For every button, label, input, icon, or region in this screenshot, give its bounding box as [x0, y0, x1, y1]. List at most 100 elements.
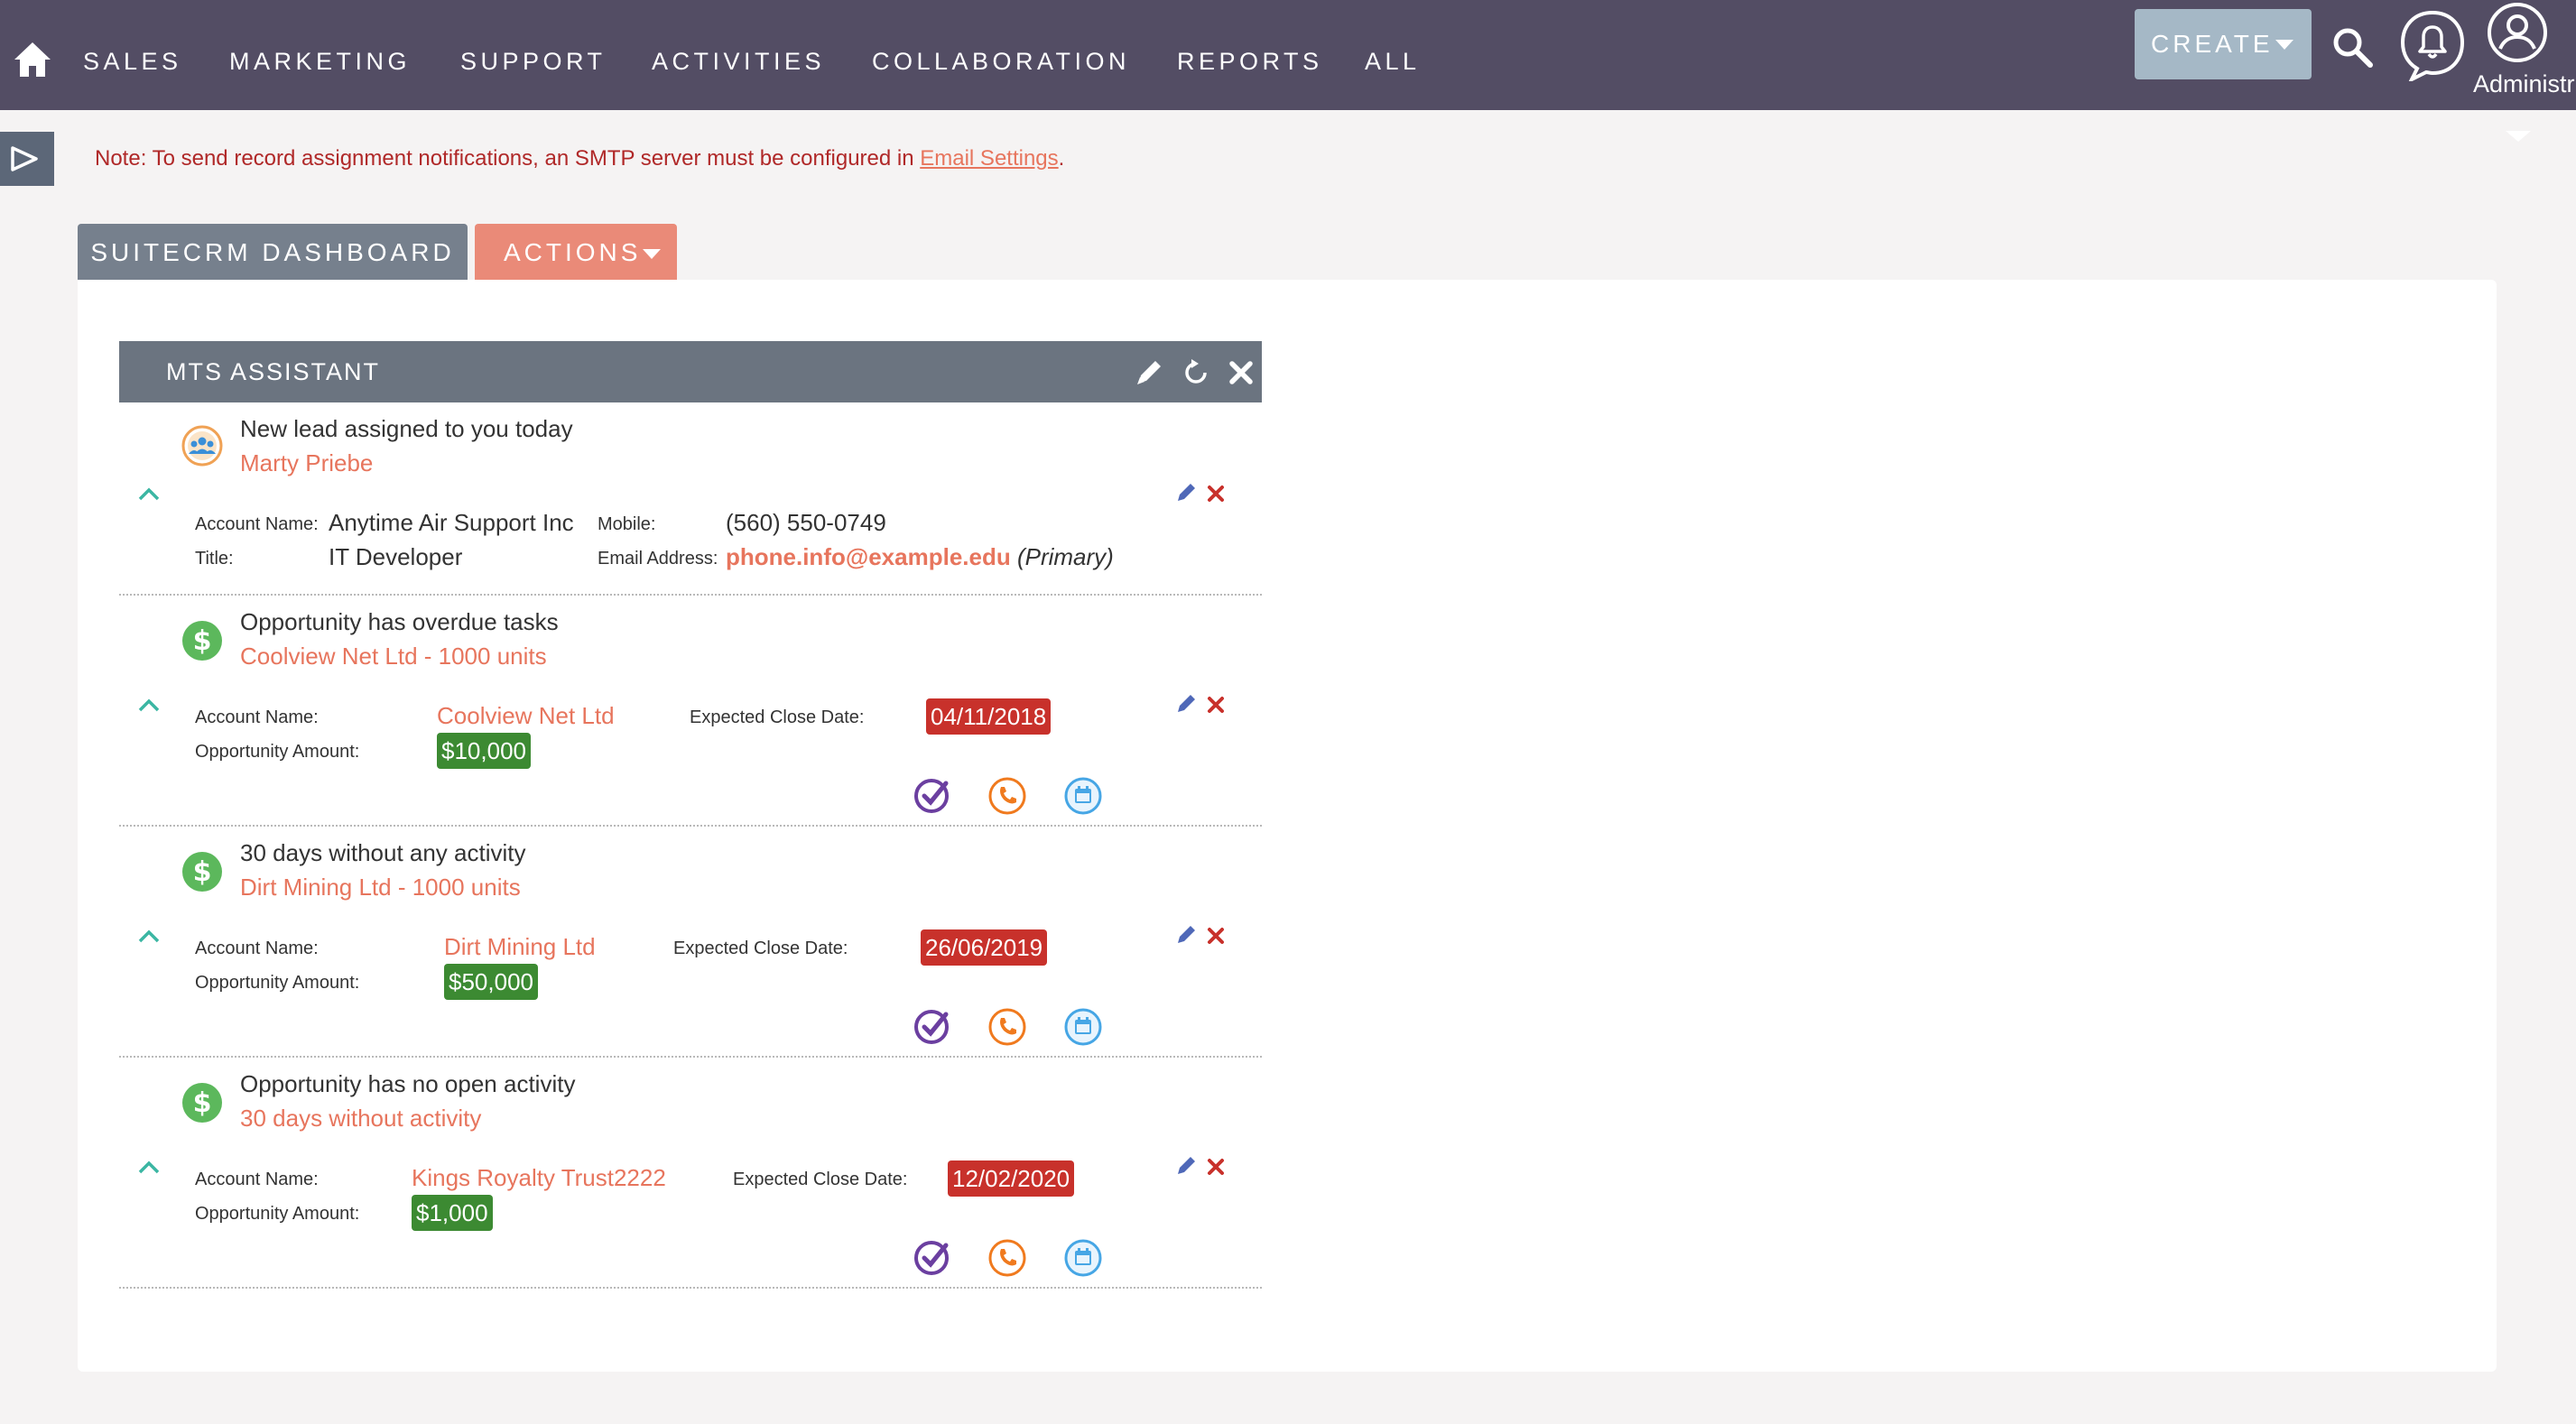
delete-icon[interactable]: [1206, 484, 1226, 504]
actions-label: ACTIONS: [504, 238, 642, 266]
home-icon[interactable]: [13, 40, 52, 79]
calendar-icon[interactable]: [1063, 776, 1103, 816]
user-icon[interactable]: [2486, 0, 2549, 65]
amount-badge: $1,000: [412, 1195, 493, 1231]
account-name-link[interactable]: Dirt Mining Ltd: [444, 933, 596, 961]
item-title: Opportunity has overdue tasks: [240, 608, 559, 635]
nav-all[interactable]: ALL: [1365, 45, 1421, 78]
account-name-link[interactable]: Coolview Net Ltd: [437, 702, 615, 730]
nav-reports[interactable]: REPORTS: [1177, 45, 1323, 78]
actions-dropdown[interactable]: ACTIONS: [475, 224, 677, 280]
item-link[interactable]: Dirt Mining Ltd - 1000 units: [240, 874, 521, 902]
field-label: Account Name:: [195, 514, 319, 534]
svg-text:$: $: [193, 1087, 212, 1119]
email-link[interactable]: phone.info@example.edu: [726, 543, 1011, 570]
item-title: Opportunity has no open activity: [240, 1070, 576, 1097]
dollar-icon: $: [182, 1083, 222, 1123]
dashlet-title: MTS ASSISTANT: [166, 358, 381, 385]
mobile-value: (560) 550-0749: [726, 509, 886, 536]
nav-support[interactable]: SUPPORT: [460, 45, 607, 78]
field-label: Account Name:: [195, 939, 319, 958]
calendar-icon[interactable]: [1063, 1238, 1103, 1278]
nav-collaboration[interactable]: COLLABORATION: [872, 45, 1130, 78]
user-menu-caret-icon: [2506, 131, 2531, 142]
list-item: $ Opportunity has overdue tasks Coolview…: [119, 596, 1262, 827]
create-button-label: CREATE: [2151, 30, 2274, 58]
phone-icon[interactable]: [987, 1238, 1027, 1278]
phone-icon[interactable]: [987, 1007, 1027, 1047]
nav-sales[interactable]: SALES: [83, 45, 182, 78]
field-label: Mobile:: [598, 514, 656, 534]
item-title: 30 days without any activity: [240, 839, 526, 866]
email-row: phone.info@example.edu (Primary): [726, 543, 1114, 571]
smtp-note-suffix: .: [1058, 146, 1065, 171]
top-navigation: SALES MARKETING SUPPORT ACTIVITIES COLLA…: [0, 0, 2576, 110]
pencil-icon[interactable]: [1134, 357, 1164, 388]
item-link[interactable]: Marty Priebe: [240, 449, 373, 477]
field-label: Opportunity Amount:: [195, 1204, 360, 1224]
amount-badge: $50,000: [444, 964, 538, 1000]
phone-icon[interactable]: [987, 776, 1027, 816]
smtp-note-text: Note: To send record assignment notifica…: [95, 146, 921, 171]
svg-text:$: $: [193, 856, 212, 888]
item-title: New lead assigned to you today: [240, 415, 573, 442]
amount-badge: $10,000: [437, 733, 531, 769]
task-icon[interactable]: [912, 1238, 951, 1278]
chevron-down-icon: [2275, 40, 2293, 50]
delete-icon[interactable]: [1206, 926, 1226, 946]
delete-icon[interactable]: [1206, 1157, 1226, 1177]
close-date-badge: 12/02/2020: [948, 1160, 1075, 1197]
account-name-link[interactable]: Kings Royalty Trust2222: [412, 1164, 666, 1192]
field-label: Opportunity Amount:: [195, 973, 360, 993]
chevron-up-icon[interactable]: [135, 928, 162, 946]
nav-marketing[interactable]: MARKETING: [229, 45, 411, 78]
refresh-icon[interactable]: [1181, 357, 1211, 388]
pencil-icon[interactable]: [1175, 924, 1197, 946]
email-settings-link[interactable]: Email Settings: [920, 146, 1058, 171]
title-value: IT Developer: [329, 543, 463, 570]
field-label: Account Name:: [195, 1170, 319, 1189]
dollar-icon: $: [182, 852, 222, 892]
chevron-up-icon[interactable]: [135, 1159, 162, 1177]
pencil-icon[interactable]: [1175, 693, 1197, 715]
search-icon[interactable]: [2330, 25, 2374, 69]
user-name[interactable]: Administr: [2473, 70, 2575, 98]
field-label: Expected Close Date:: [733, 1170, 908, 1189]
field-label: Expected Close Date:: [690, 707, 865, 727]
tab-suitecrm-dashboard[interactable]: SUITECRM DASHBOARD: [78, 224, 468, 280]
close-date-badge: 26/06/2019: [921, 929, 1048, 966]
close-date-badge: 04/11/2018: [926, 698, 1052, 735]
account-name-value: Anytime Air Support Inc: [329, 509, 574, 536]
pencil-icon[interactable]: [1175, 1155, 1197, 1177]
lead-icon: [181, 425, 223, 467]
chevron-up-icon[interactable]: [135, 485, 162, 504]
svg-text:$: $: [193, 625, 212, 657]
smtp-note: Note: To send record assignment notifica…: [95, 146, 1064, 171]
item-link[interactable]: Coolview Net Ltd - 1000 units: [240, 643, 547, 670]
email-primary-note: (Primary): [1016, 543, 1114, 570]
item-link[interactable]: 30 days without activity: [240, 1105, 481, 1133]
calendar-icon[interactable]: [1063, 1007, 1103, 1047]
chevron-up-icon[interactable]: [135, 697, 162, 715]
dollar-icon: $: [182, 621, 222, 661]
nav-activities[interactable]: ACTIVITIES: [652, 45, 825, 78]
delete-icon[interactable]: [1206, 695, 1226, 715]
task-icon[interactable]: [912, 776, 951, 816]
play-icon: [11, 146, 38, 171]
chevron-down-icon: [643, 249, 661, 259]
field-label: Title:: [195, 549, 234, 569]
field-label: Expected Close Date:: [673, 939, 848, 958]
field-label: Account Name:: [195, 707, 319, 727]
pencil-icon[interactable]: [1175, 482, 1197, 504]
sidebar-toggle[interactable]: [0, 132, 54, 186]
list-item: New lead assigned to you today Marty Pri…: [119, 402, 1262, 596]
task-icon[interactable]: [912, 1007, 951, 1047]
dashlet-header: MTS ASSISTANT: [119, 341, 1262, 402]
create-button[interactable]: CREATE: [2135, 9, 2312, 79]
field-label: Email Address:: [598, 549, 718, 569]
bell-icon[interactable]: [2399, 9, 2466, 81]
list-item: $ 30 days without any activity Dirt Mini…: [119, 827, 1262, 1058]
close-icon[interactable]: [1226, 357, 1256, 388]
list-item: $ Opportunity has no open activity 30 da…: [119, 1058, 1262, 1289]
field-label: Opportunity Amount:: [195, 742, 360, 762]
